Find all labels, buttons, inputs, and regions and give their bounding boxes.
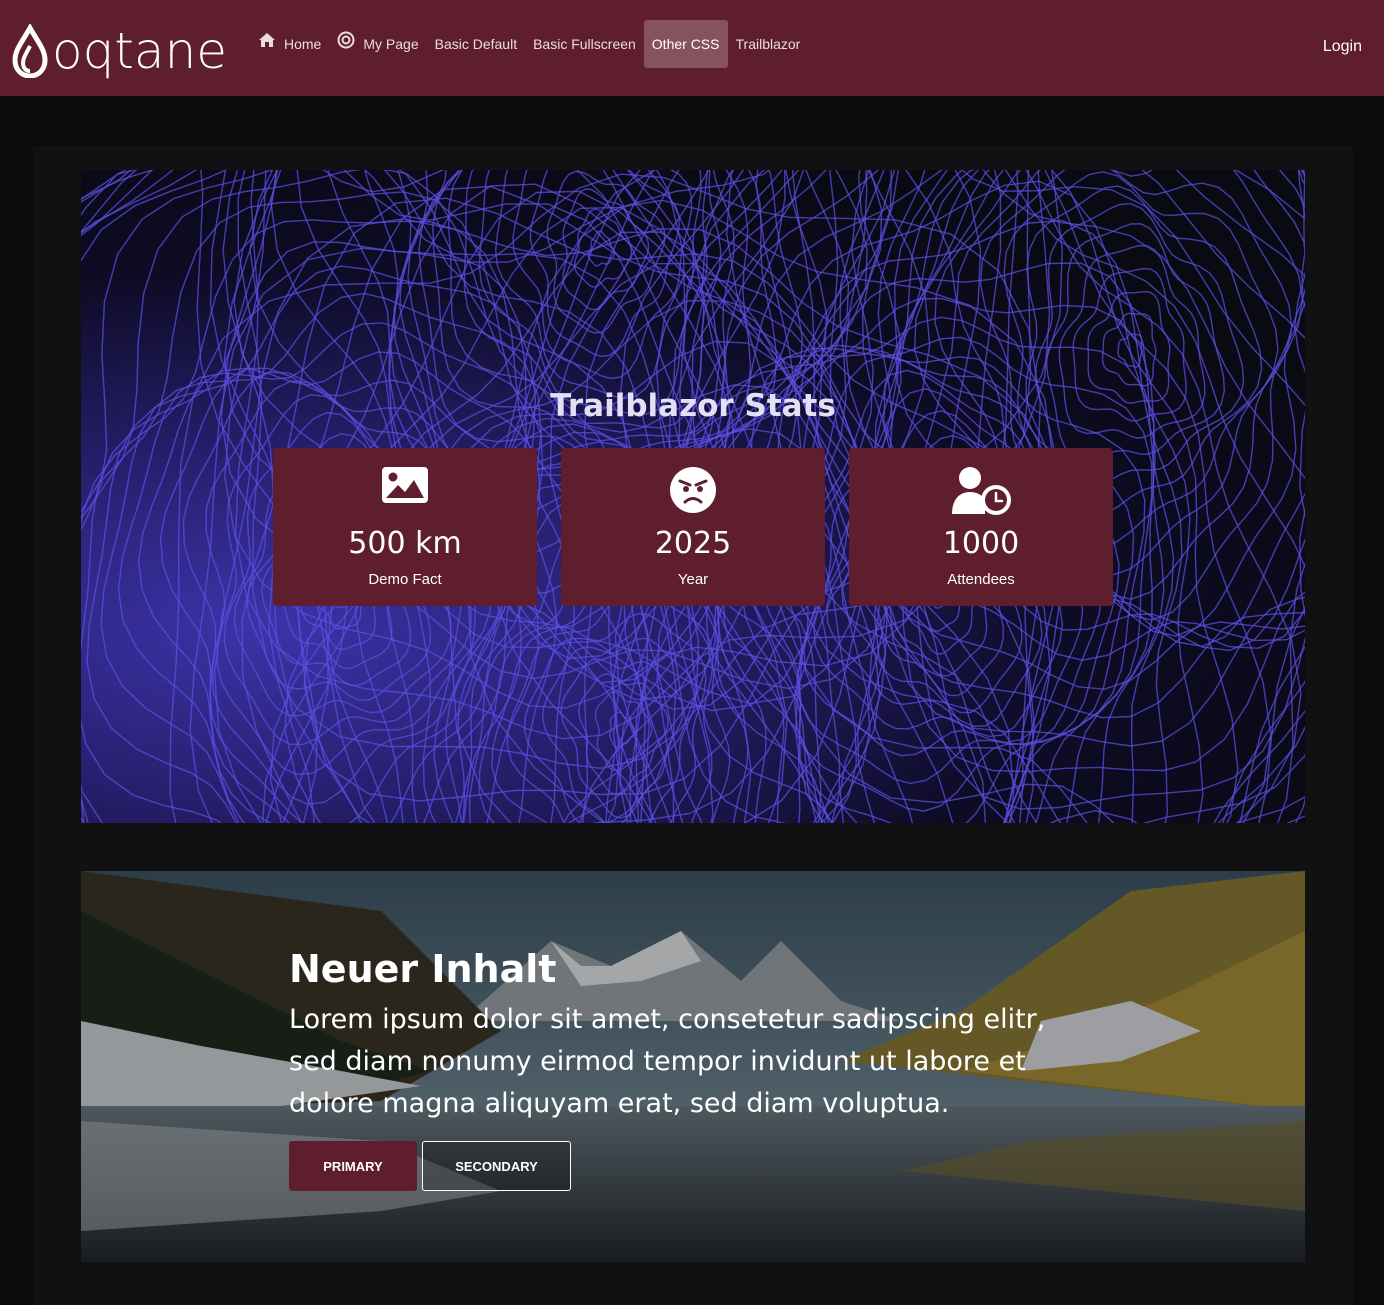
nav-item-my-page[interactable]: My Page [329,20,426,68]
nav-item-label: Basic Fullscreen [533,36,636,52]
nav-item-label: Basic Default [434,36,518,52]
stat-card-attendees: 1000 Attendees [849,448,1113,606]
banner-text: Lorem ipsum dolor sit amet, consetetur s… [289,1004,1046,1119]
nav-item-basic-fullscreen[interactable]: Basic Fullscreen [525,20,644,68]
nav-item-trailblazor[interactable]: Trailblazor [728,20,809,68]
nav-item-label: My Page [363,36,419,52]
content-banner: Neuer Inhalt Lorem ipsum dolor sit amet,… [81,871,1305,1262]
stat-label: Attendees [947,571,1015,588]
hero-title: Trailblazor Stats [550,388,836,424]
oqtane-logo[interactable]: oqtane [12,22,238,80]
secondary-button[interactable]: SECONDARY [422,1141,571,1191]
banner-title: Neuer Inhalt [289,947,557,991]
nav-item-home[interactable]: Home [250,20,329,68]
primary-button[interactable]: PRIMARY [289,1141,417,1191]
logo-text: oqtane [52,22,228,80]
nav-item-label: Trailblazor [735,36,801,52]
login-link[interactable]: Login [1323,38,1362,56]
nav-item-basic-default[interactable]: Basic Default [427,20,525,68]
nav-item-label: Home [284,36,322,52]
user-clock-icon [849,466,1113,515]
main-nav: Home My Page Basic Default Basic Fullscr… [250,20,808,68]
stat-card-demo-fact: 500 km Demo Fact [273,448,537,606]
stat-label: Year [677,571,709,588]
stat-value: 2025 [654,526,732,561]
angry-face-icon [561,466,825,514]
content-pane: Trailblazor Stats 500 km Demo Fact 2025 … [33,146,1353,1305]
stat-label: Demo Fact [368,571,442,588]
image-icon [273,466,537,514]
target-icon [337,31,355,49]
stats-hero-section: Trailblazor Stats 500 km Demo Fact 2025 … [81,170,1305,823]
top-navbar: oqtane Home My Page Basic Default Basic … [0,0,1384,96]
stat-value: 500 km [348,526,462,561]
stat-value: 1000 [942,526,1020,561]
nav-item-other-css[interactable]: Other CSS [643,20,728,68]
drop-logo-icon [12,24,48,78]
contour-line [546,170,666,334]
home-icon [258,32,276,48]
stat-card-year: 2025 Year [561,448,825,606]
nav-item-label: Other CSS [651,36,720,52]
